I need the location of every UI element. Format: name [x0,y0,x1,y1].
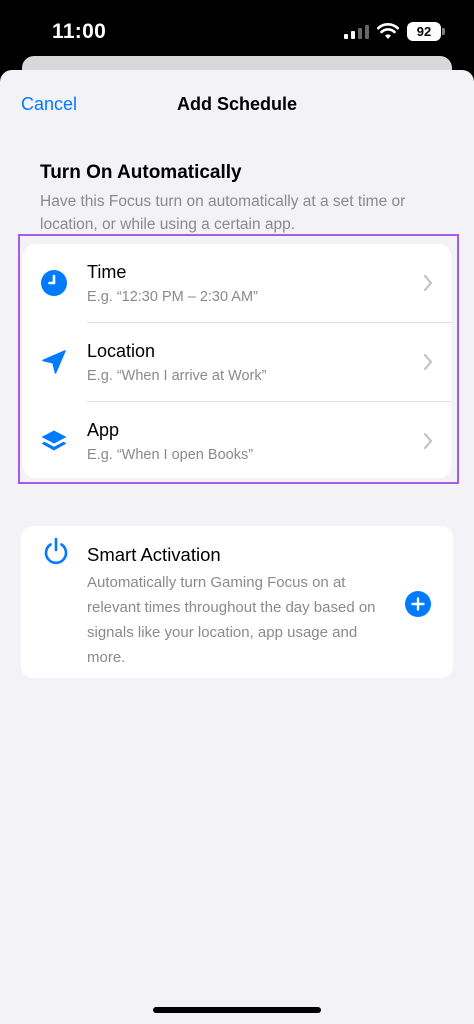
cellular-signal-icon [344,25,369,39]
option-row-app[interactable]: App E.g. “When I open Books” [23,402,451,480]
trigger-options-card: Time E.g. “12:30 PM – 2:30 AM” Location … [23,244,451,478]
home-indicator[interactable] [153,1007,321,1013]
location-arrow-icon [42,350,66,374]
option-label: Time [87,262,127,282]
chevron-right-icon [423,353,433,371]
option-row-time[interactable]: Time E.g. “12:30 PM – 2:30 AM” [23,244,451,322]
cancel-button[interactable]: Cancel [21,94,77,115]
smart-activation-description: Automatically turn Gaming Focus on at re… [87,574,376,666]
option-subtitle: E.g. “12:30 PM – 2:30 AM” [87,289,258,305]
status-time: 11:00 [52,20,107,43]
wifi-icon [377,23,399,39]
chevron-right-icon [423,432,433,450]
option-subtitle: E.g. “When I arrive at Work” [87,368,267,384]
status-bar: 11:00 92 [0,0,474,62]
plus-icon [411,597,425,611]
battery-tip [442,28,445,35]
option-label: Location [87,341,156,361]
option-label: App [87,420,120,440]
smart-activation-card: Smart Activation Automatically turn Gami… [21,526,453,678]
option-row-location[interactable]: Location E.g. “When I arrive at Work” [23,323,451,401]
battery-level: 92 [416,24,432,39]
battery-indicator: 92 [407,22,441,41]
power-icon [44,537,68,565]
option-subtitle: E.g. “When I open Books” [87,447,254,463]
add-smart-activation-button[interactable] [405,591,431,617]
section-title: Turn On Automatically [40,162,242,183]
clock-icon [41,270,67,296]
smart-activation-title: Smart Activation [87,544,221,565]
chevron-right-icon [423,274,433,292]
add-schedule-sheet: Cancel Add Schedule Turn On Automaticall… [0,70,474,1024]
section-description: Have this Focus turn on automatically at… [40,193,406,233]
app-stack-icon [41,430,67,451]
